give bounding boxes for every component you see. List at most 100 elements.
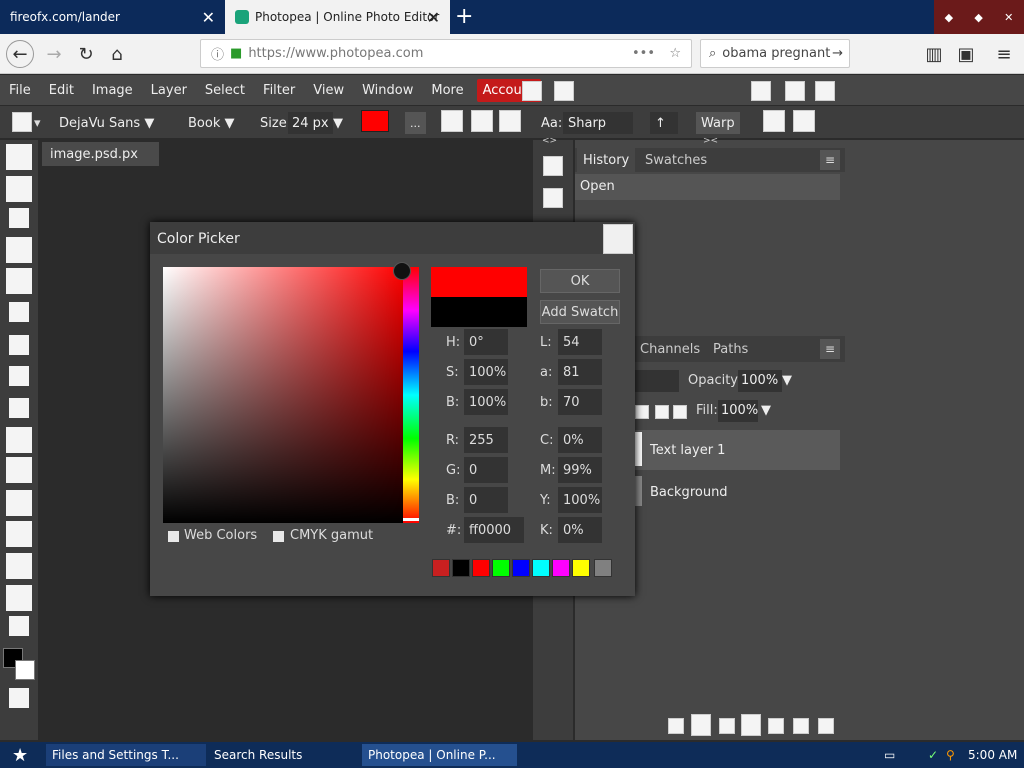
align-right-icon[interactable] [499, 110, 521, 132]
hue-input[interactable]: 0° [464, 329, 508, 355]
color-marker[interactable] [393, 262, 411, 280]
search-go-icon[interactable]: → [832, 46, 843, 61]
blend-mode-select[interactable] [635, 370, 679, 392]
layer-action-icon[interactable] [668, 718, 684, 734]
network-icon[interactable]: ✓ [922, 744, 938, 766]
start-star-icon[interactable]: ★ [6, 744, 28, 766]
menu-image[interactable]: Image [83, 83, 142, 98]
text-color-swatch[interactable] [361, 110, 389, 132]
blur-tool-icon[interactable] [6, 490, 32, 516]
add-swatch-button[interactable]: Add Swatch [540, 300, 620, 324]
search-icon[interactable]: ⚲ [940, 744, 955, 766]
saturation-brightness-field[interactable] [163, 267, 403, 523]
align-left-icon[interactable] [441, 110, 463, 132]
marquee-tool-icon[interactable] [6, 176, 32, 202]
lock-pixels-icon[interactable] [635, 405, 649, 419]
layer-row[interactable]: Text layer 1 [630, 430, 840, 470]
hue-slider[interactable] [403, 267, 419, 523]
menubar-square-icon[interactable] [785, 81, 805, 101]
antialias-select[interactable]: Sharp [563, 112, 633, 134]
size-dropdown-icon[interactable]: ▼ [333, 112, 343, 134]
close-window-icon[interactable]: ✕ [1004, 11, 1013, 24]
eyedropper-tool-icon[interactable] [9, 302, 29, 322]
keyboard-icon[interactable]: ▭ [878, 744, 895, 766]
browser-tab-photopea[interactable]: Photopea | Online Photo Editor ✕ [225, 0, 450, 34]
brush-tool-icon[interactable] [9, 366, 29, 386]
crop-tool-icon[interactable] [6, 268, 32, 294]
new-tab-icon[interactable]: + [455, 4, 473, 29]
collapse-arrows-icon[interactable]: >< [703, 136, 718, 146]
lasso-tool-icon[interactable] [9, 208, 29, 228]
web-colors-checkbox[interactable] [168, 531, 179, 542]
layer-action-icon[interactable] [793, 718, 809, 734]
magic-wand-tool-icon[interactable] [6, 237, 32, 263]
layer-row[interactable]: Background [630, 472, 840, 512]
taskbar-item[interactable]: Files and Settings T... [46, 744, 206, 766]
swatch[interactable] [532, 559, 550, 577]
bookmark-star-icon[interactable]: ☆ [669, 46, 681, 61]
yellow-input[interactable]: 100% [558, 487, 602, 513]
forward-icon[interactable]: → [40, 40, 68, 68]
size-input[interactable]: 24 px [288, 112, 333, 134]
red-input[interactable]: 255 [464, 427, 508, 453]
cmyk-gamut-checkbox[interactable] [273, 531, 284, 542]
fill-input[interactable]: 100% [718, 400, 758, 422]
tab-swatches[interactable]: Swatches [639, 148, 713, 172]
menu-more[interactable]: More [422, 83, 472, 98]
layer-action-icon[interactable] [719, 718, 735, 734]
swatch[interactable] [432, 559, 450, 577]
search-input[interactable]: ⌕ obama pregnant → [700, 39, 850, 68]
lab-l-input[interactable]: 54 [558, 329, 602, 355]
swatch[interactable] [452, 559, 470, 577]
lab-a-input[interactable]: 81 [558, 359, 602, 385]
library-icon[interactable]: ▥ [920, 40, 948, 68]
old-color-preview[interactable] [431, 297, 527, 327]
menu-file[interactable]: File [0, 83, 40, 98]
taskbar-item[interactable]: Photopea | Online P... [362, 744, 517, 766]
align-center-icon[interactable] [471, 110, 493, 132]
collapse-arrows-icon[interactable]: <> [542, 136, 557, 146]
menu-edit[interactable]: Edit [40, 83, 83, 98]
swatch[interactable] [552, 559, 570, 577]
panel-toggle-icon[interactable] [543, 188, 563, 208]
brightness-input[interactable]: 100% [464, 389, 508, 415]
browser-tab-lander[interactable]: fireofx.com/lander ✕ [0, 0, 225, 34]
document-tab[interactable]: image.psd.px [42, 142, 159, 166]
lock-all-icon[interactable] [673, 405, 687, 419]
menu-window[interactable]: Window [353, 83, 422, 98]
font-style-select[interactable]: Book ▼ [188, 112, 235, 134]
stamp-tool-icon[interactable] [9, 398, 29, 418]
opacity-input[interactable]: 100% [738, 370, 782, 392]
saturation-input[interactable]: 100% [464, 359, 508, 385]
background-color-swatch[interactable] [15, 660, 35, 680]
url-bar[interactable]: ⓘ ■ https://www.photopea.com ••• ☆ [200, 39, 692, 68]
close-tab-icon[interactable]: ✕ [202, 8, 215, 27]
panel-menu-icon[interactable]: ≡ [820, 150, 840, 170]
close-tab-icon[interactable]: ✕ [427, 8, 440, 27]
swatch[interactable] [492, 559, 510, 577]
chevron-down-icon[interactable]: ▾ [34, 112, 41, 134]
quick-mask-icon[interactable] [9, 688, 29, 708]
back-icon[interactable]: ← [6, 40, 34, 68]
minimize-icon[interactable]: ◆ [945, 11, 953, 24]
pen-tool-icon[interactable] [6, 553, 32, 579]
hamburger-menu-icon[interactable]: ≡ [990, 40, 1018, 68]
swatch[interactable] [572, 559, 590, 577]
close-dialog-icon[interactable] [603, 224, 633, 254]
menubar-square-icon[interactable] [522, 81, 542, 101]
lab-b-input[interactable]: 70 [558, 389, 602, 415]
maximize-icon[interactable]: ◆ [974, 11, 982, 24]
font-family-select[interactable]: DejaVu Sans ▼ [59, 112, 154, 134]
tool-preset-icon[interactable] [12, 112, 32, 132]
panel-menu-icon[interactable]: ≡ [820, 339, 840, 359]
menu-view[interactable]: View [304, 83, 353, 98]
hex-input[interactable]: ff0000 [464, 517, 524, 543]
move-tool-icon[interactable] [6, 144, 32, 170]
more-options-button[interactable]: ... [405, 112, 426, 134]
menu-select[interactable]: Select [196, 83, 254, 98]
menubar-square-icon[interactable] [815, 81, 835, 101]
black-input[interactable]: 0% [558, 517, 602, 543]
shape-tool-icon[interactable] [9, 616, 29, 636]
page-actions-icon[interactable]: ••• [632, 46, 655, 61]
panel-toggle-icon[interactable] [543, 156, 563, 176]
